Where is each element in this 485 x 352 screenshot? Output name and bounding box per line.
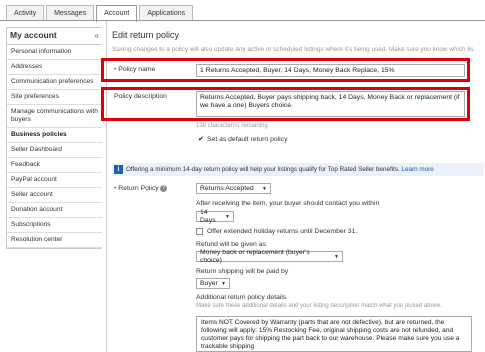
tab-applications[interactable]: Applications [139,5,194,20]
sidebar-item-seller-account[interactable]: Seller account [7,188,102,203]
learn-more-link[interactable]: Learn more [402,166,434,173]
holiday-returns-checkbox[interactable] [196,228,203,235]
policy-name-input[interactable]: 1 Returns Accepted, Buyer, 14 Days, Mone… [196,64,465,77]
tab-divider [0,20,485,21]
sidebar-item-feedback[interactable]: Feedback [7,158,102,173]
policy-name-label: Policy name [118,66,156,73]
policy-description-label: Policy description [114,93,167,100]
return-policy-select[interactable]: Returns Accepted ▼ [196,183,271,194]
sidebar-item-donation-account[interactable]: Donation account [7,203,102,218]
sidebar-item-paypal-account[interactable]: PayPal account [7,173,102,188]
days-select[interactable]: 14 Days ▼ [196,208,234,224]
additional-details-label: Additional return policy details [196,294,287,301]
checkmark-icon[interactable]: ✔ [198,135,204,143]
sidebar-header: My account « [7,28,102,45]
sidebar-item-seller-dashboard[interactable]: Seller Dashboard [7,143,102,158]
days-value: 14 Days [200,208,216,224]
additional-details-textarea[interactable]: Items NOT Covered by Warranty (parts tha… [196,316,472,352]
contact-within-label: After receiving the item, your buyer sho… [196,200,380,207]
shipping-select[interactable]: Buyer ▼ [196,278,230,289]
sidebar-item-resolution-center[interactable]: Resolution center [7,233,102,248]
sidebar-item-personal-information[interactable]: Personal information [7,45,102,60]
help-icon[interactable]: ? [160,185,167,192]
return-policy-label: Return Policy [118,185,159,192]
shipping-paid-label: Return shipping will be paid by [196,268,289,275]
refund-label: Refund will be given as [196,241,266,248]
info-banner: i Offering a minimum 14-day return polic… [112,163,484,176]
chevron-down-icon: ▼ [334,253,339,260]
refund-select[interactable]: Money back or replacement (buyer's choic… [196,248,343,264]
info-banner-text: Offering a minimum 14-day return policy … [126,166,434,173]
tab-activity[interactable]: Activity [6,5,45,20]
chars-remaining: 138 character(s) remaining [196,123,268,129]
save-notice: Saving changes to a policy will also upd… [112,46,474,53]
info-text: Offering a minimum 14-day return policy … [126,166,402,173]
collapse-icon[interactable]: « [95,31,99,40]
required-dot-icon: • [114,66,117,73]
refund-value: Money back or replacement (buyer's choic… [200,248,310,264]
policy-description-input[interactable]: Returns Accepted, Buyer pays shipping ba… [196,91,465,117]
tab-messages[interactable]: Messages [46,5,95,20]
return-policy-label-row: • Return Policy [114,185,159,192]
default-policy-label: Set as default return policy [207,136,288,143]
chevron-down-icon: ▼ [225,213,230,220]
required-dot-icon: • [114,185,117,192]
sidebar-item-addresses[interactable]: Addresses [7,60,102,75]
page-title: Edit return policy [112,30,180,40]
sidebar: My account « Personal information Addres… [6,27,102,249]
holiday-returns-label: Offer extended holiday returns until Dec… [207,228,358,235]
info-icon: i [114,165,123,174]
sidebar-item-business-policies[interactable]: Business policies [7,128,102,143]
sidebar-title: My account [10,30,57,40]
chevron-down-icon: ▼ [221,280,226,287]
policy-name-label-row: • Policy name [114,66,155,73]
sidebar-item-communication-preferences[interactable]: Communication preferences [7,75,102,90]
sidebar-item-subscriptions[interactable]: Subscriptions [7,218,102,233]
return-policy-value: Returns Accepted [200,184,254,192]
sidebar-item-manage-communications[interactable]: Manage communications with buyers [7,105,102,128]
shipping-value: Buyer [200,279,218,287]
additional-details-hint: Make sure these additional details and y… [196,303,442,309]
sidebar-item-site-preferences[interactable]: Site preferences [7,90,102,105]
chevron-down-icon: ▼ [262,185,267,192]
